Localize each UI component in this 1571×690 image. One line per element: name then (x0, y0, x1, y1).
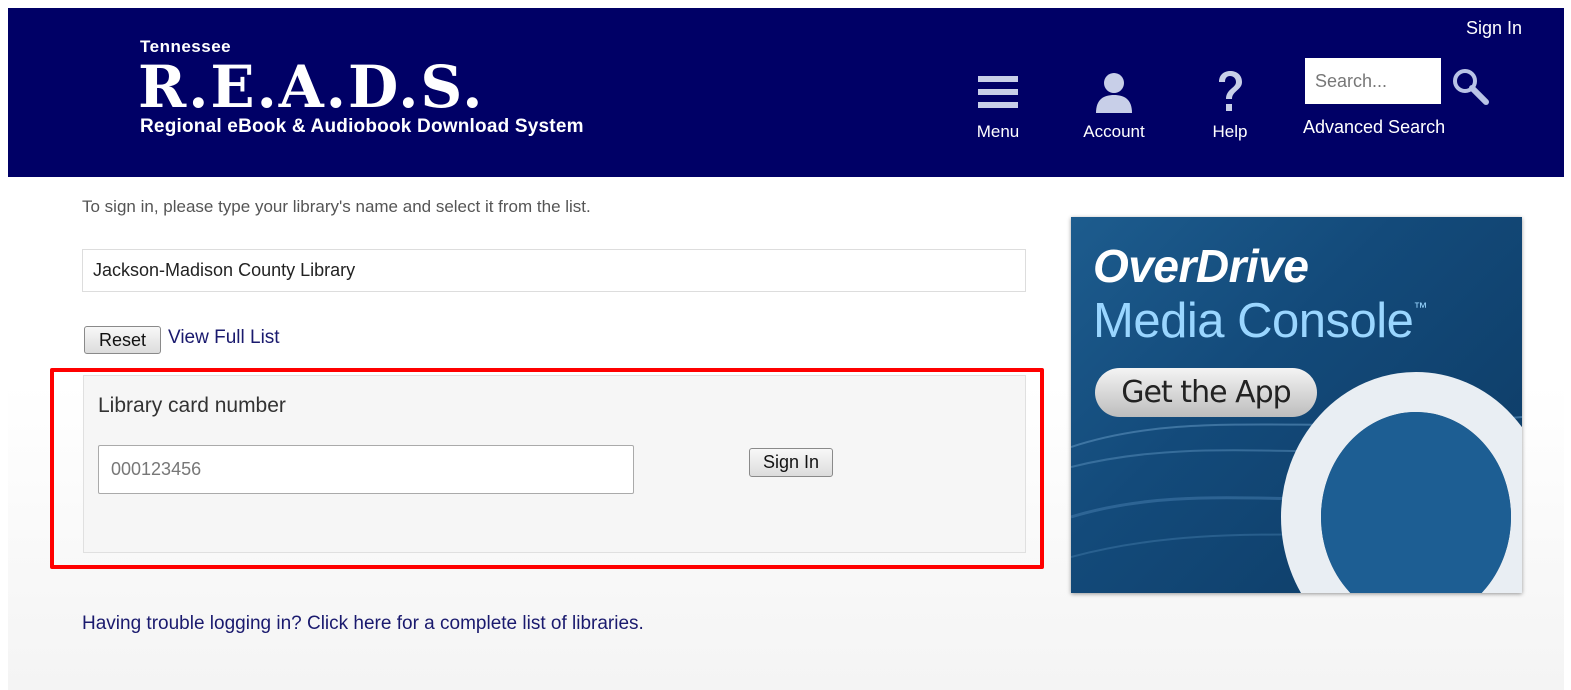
ad-trademark: ™ (1413, 299, 1427, 315)
account-icon (1064, 68, 1164, 116)
get-the-app-button[interactable]: Get the App (1095, 368, 1317, 417)
ad-product: Media Console™ (1093, 293, 1427, 349)
reset-button[interactable]: Reset (84, 326, 161, 354)
help-icon (1180, 68, 1280, 116)
nav-help[interactable]: Help (1180, 68, 1280, 142)
nav-menu-label: Menu (976, 122, 1020, 141)
menu-icon (948, 68, 1048, 116)
logo-title[interactable]: R.E.A.D.S. (138, 56, 484, 118)
trouble-logging-in-link[interactable]: Having trouble logging in? Click here fo… (82, 613, 644, 635)
nav-menu[interactable]: Menu (948, 68, 1048, 142)
advanced-search-link[interactable]: Advanced Search (1303, 117, 1445, 138)
ad-brand: OverDrive (1093, 240, 1309, 292)
logo-subtitle[interactable]: Regional eBook & Audiobook Download Syst… (140, 116, 584, 138)
highlight-box (50, 368, 1044, 569)
header-sign-in-link[interactable]: Sign In (1466, 18, 1522, 39)
nav-account[interactable]: Account (1064, 68, 1164, 142)
search-icon[interactable] (1450, 66, 1490, 106)
nav-help-label: Help (1212, 122, 1248, 141)
view-full-list-link[interactable]: View Full List (168, 327, 280, 349)
signin-instruction: To sign in, please type your library's n… (82, 197, 591, 216)
ad-product-name: Media Console (1093, 294, 1414, 348)
overdrive-ad-banner[interactable]: OverDrive Media Console™ Get the App (1071, 217, 1522, 593)
nav-account-label: Account (1083, 122, 1145, 141)
library-name-input[interactable] (82, 249, 1026, 292)
search-input[interactable] (1305, 58, 1441, 104)
